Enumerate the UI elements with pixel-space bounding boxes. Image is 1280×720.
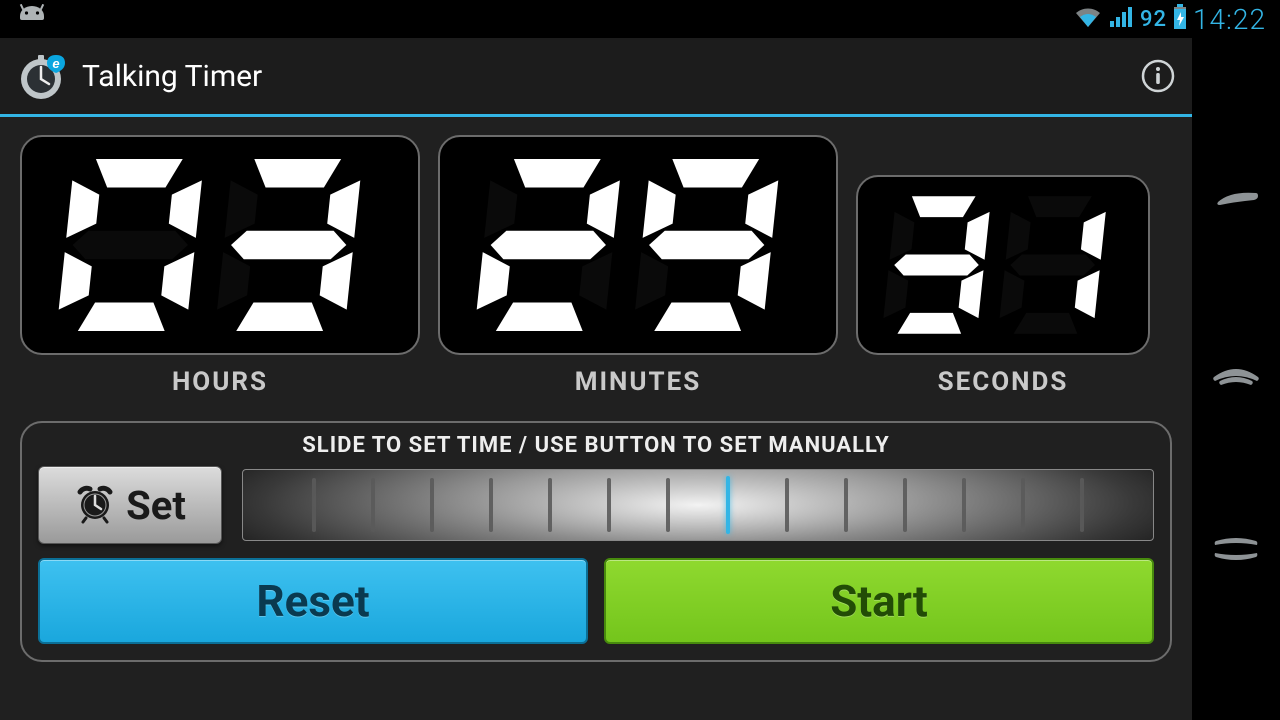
info-icon <box>1140 58 1176 94</box>
status-bar: 92 14:22 <box>0 0 1280 38</box>
recents-button[interactable] <box>1210 533 1262 571</box>
app-title: Talking Timer <box>82 59 262 94</box>
seconds-label: SECONDS <box>938 367 1069 397</box>
alarm-clock-icon <box>74 482 116 528</box>
system-nav-bar <box>1192 38 1280 720</box>
wifi-icon <box>1074 5 1102 33</box>
slide-hint: SLIDE TO SET TIME / USE BUTTON TO SET MA… <box>38 433 1154 458</box>
back-button[interactable] <box>1210 187 1262 221</box>
app-icon: e <box>14 49 68 103</box>
battery-percent: 92 <box>1140 7 1167 32</box>
time-slider[interactable] <box>242 469 1154 541</box>
minutes-display[interactable] <box>438 135 838 355</box>
hours-label: HOURS <box>172 367 268 397</box>
slider-center-tick <box>726 476 730 534</box>
control-panel: SLIDE TO SET TIME / USE BUTTON TO SET MA… <box>20 421 1172 662</box>
set-button[interactable]: Set <box>38 466 222 544</box>
reset-label: Reset <box>256 575 369 627</box>
battery-icon <box>1173 4 1187 34</box>
reset-button[interactable]: Reset <box>38 558 588 644</box>
seconds-digits <box>871 185 1135 345</box>
start-label: Start <box>830 575 928 627</box>
action-bar: e Talking Timer <box>0 38 1280 114</box>
minutes-label: MINUTES <box>575 367 702 397</box>
svg-text:e: e <box>52 56 59 71</box>
status-clock: 14:22 <box>1193 3 1266 36</box>
hours-digits <box>40 145 400 345</box>
hours-display[interactable] <box>20 135 420 355</box>
cell-signal-icon <box>1108 5 1134 33</box>
start-button[interactable]: Start <box>604 558 1154 644</box>
slider-ticks <box>243 470 1153 540</box>
minutes-digits <box>458 145 818 345</box>
home-button[interactable] <box>1210 359 1262 395</box>
info-button[interactable] <box>1128 46 1188 106</box>
seconds-display[interactable] <box>856 175 1150 355</box>
android-robot-icon <box>10 4 54 34</box>
timer-display: HOURS MINUTES SECONDS <box>20 135 1172 397</box>
set-label: Set <box>126 482 186 529</box>
main-content: HOURS MINUTES SECONDS SLIDE TO SET TIME … <box>0 117 1192 720</box>
